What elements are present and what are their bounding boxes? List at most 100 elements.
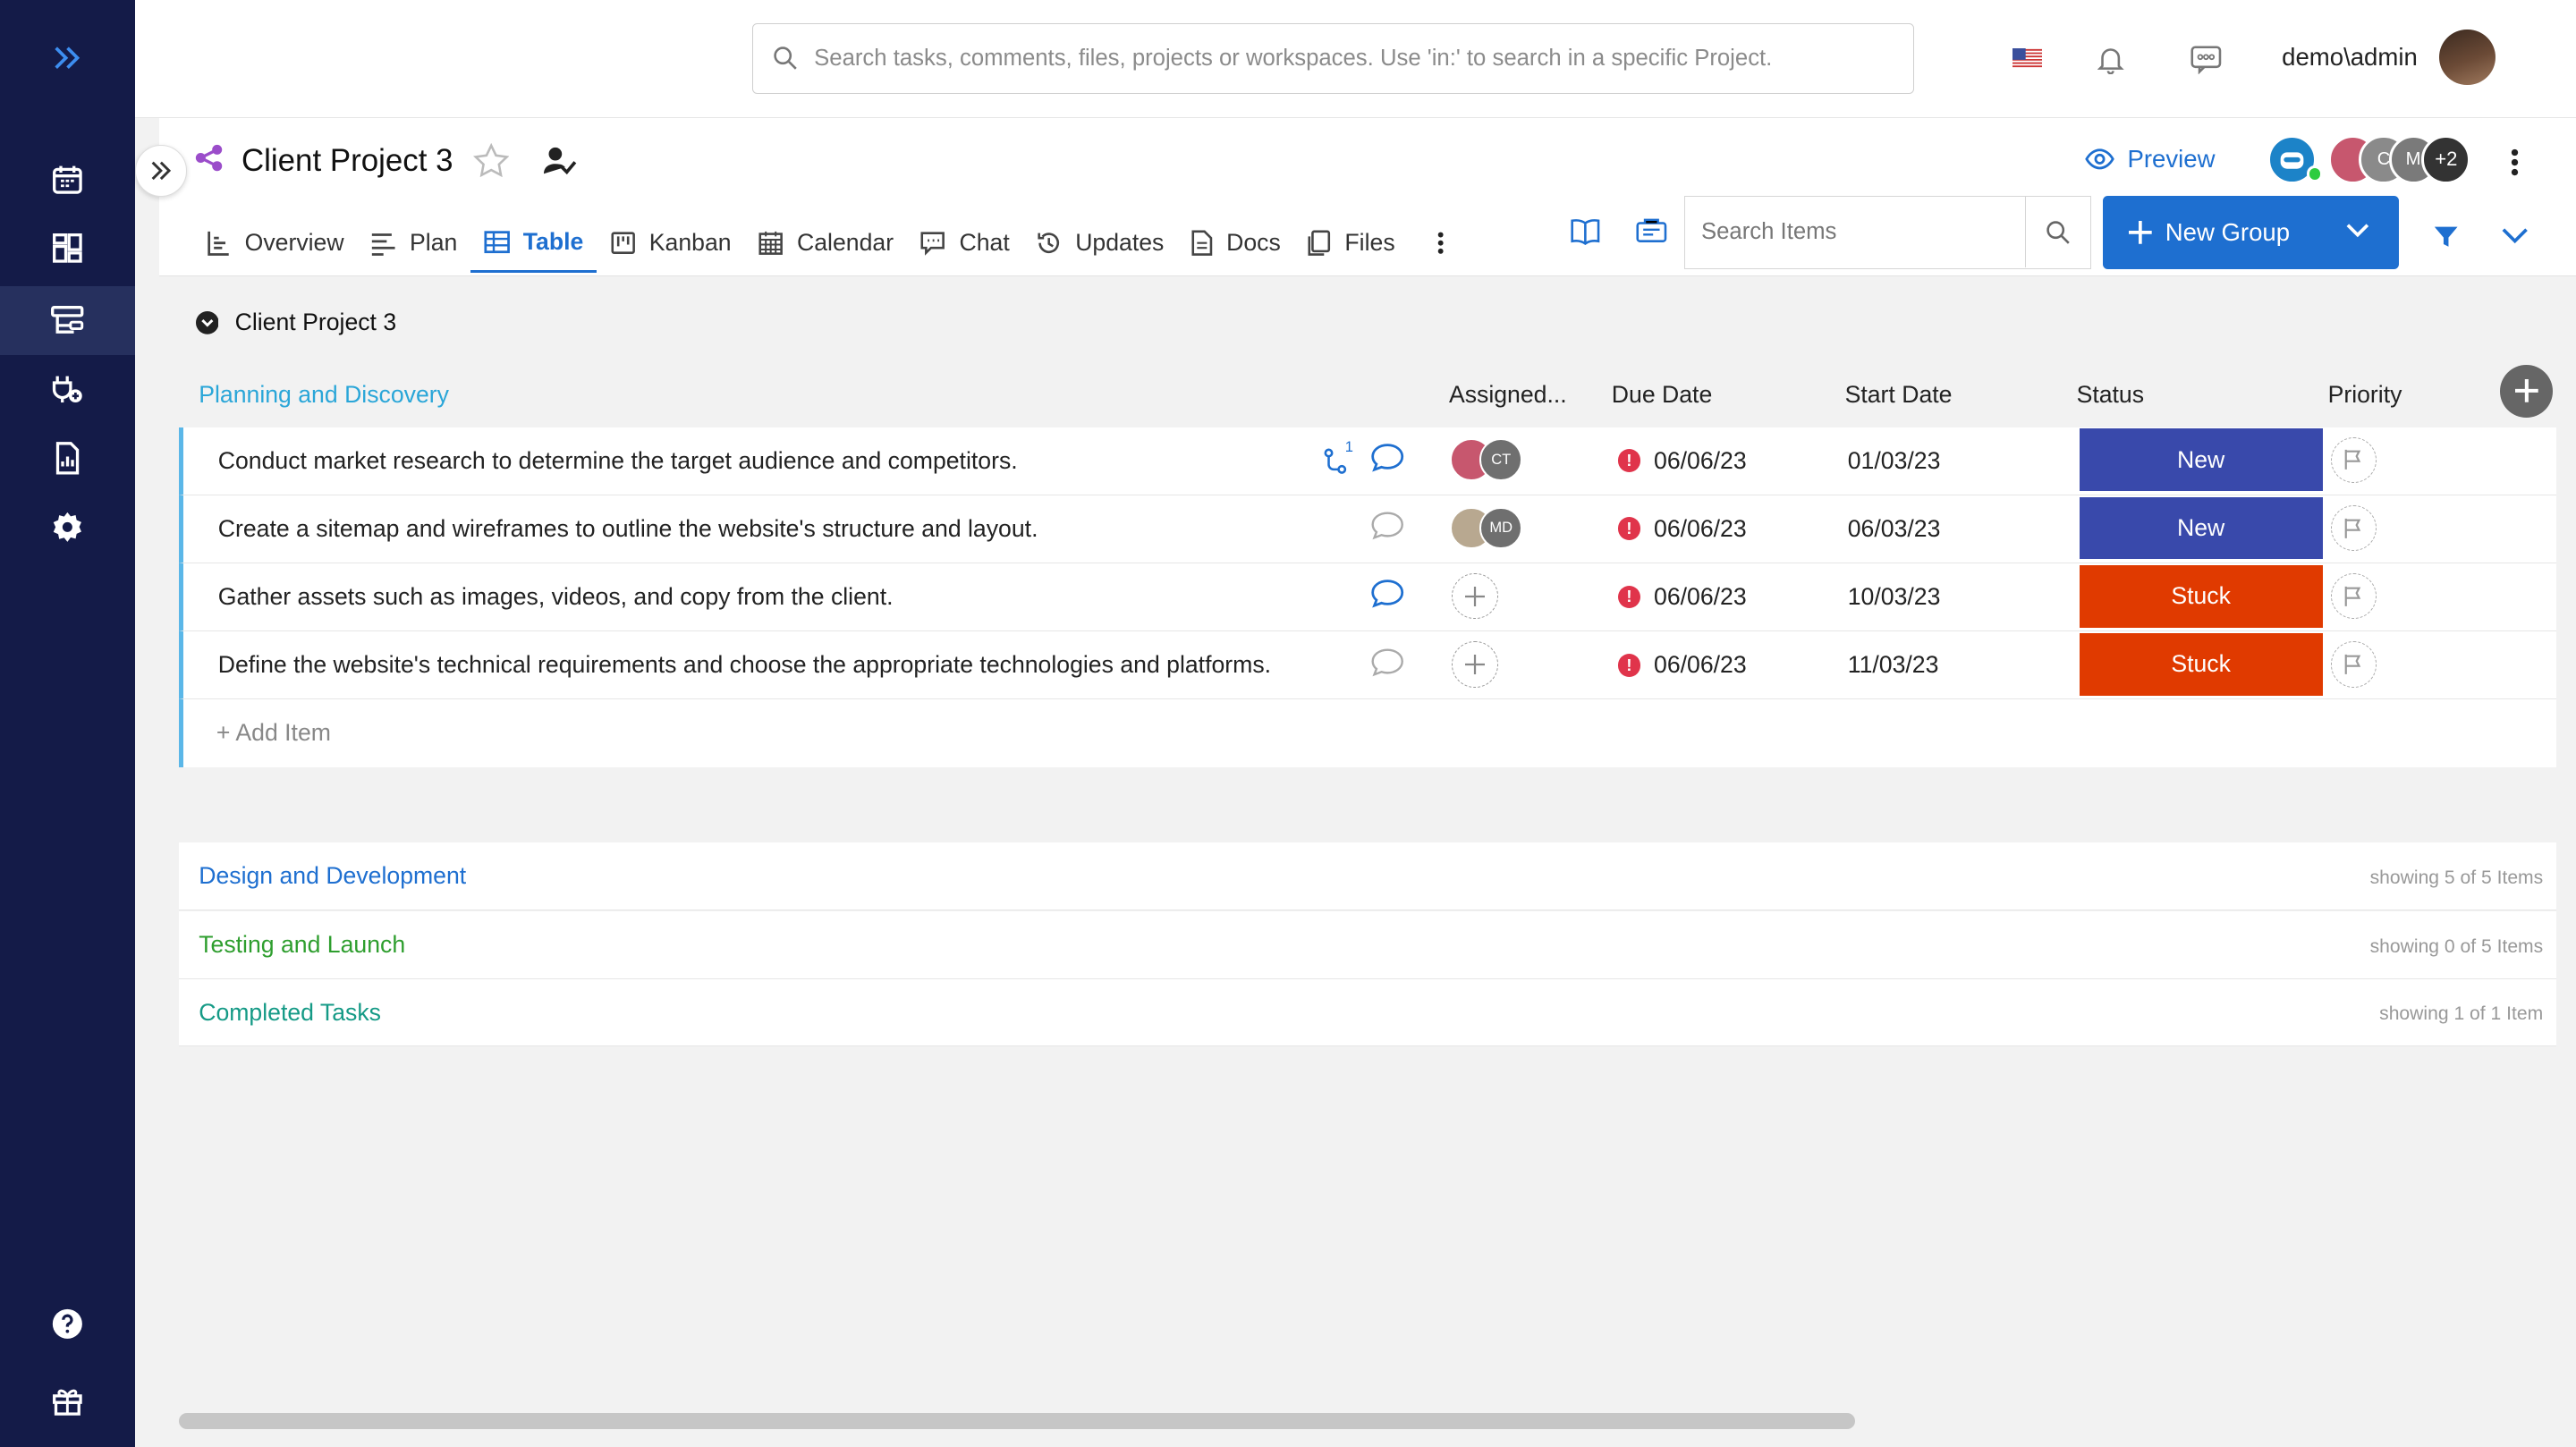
filter-icon[interactable] xyxy=(2433,224,2459,250)
group-name[interactable]: Planning and Discovery xyxy=(199,381,449,409)
status-badge[interactable]: Stuck xyxy=(2079,633,2323,696)
subtask-icon[interactable] xyxy=(1324,448,1347,475)
chevron-down-icon[interactable] xyxy=(2346,222,2369,238)
table-row[interactable]: Conduct market research to determine the… xyxy=(179,427,2556,495)
gift-icon[interactable] xyxy=(0,1367,135,1435)
search-items-box xyxy=(1683,195,2092,270)
task-title[interactable]: Create a sitemap and wireframes to outli… xyxy=(218,515,1038,543)
priority-flag-icon[interactable] xyxy=(2330,436,2377,483)
card-view-icon[interactable] xyxy=(1635,218,1668,244)
group-design-and-development[interactable]: Design and Development showing 5 of 5 It… xyxy=(179,842,2556,910)
table-row[interactable]: Define the website's technical requireme… xyxy=(179,631,2556,700)
more-members-badge[interactable]: +2 xyxy=(2421,134,2471,184)
column-start-date[interactable]: Start Date xyxy=(1845,381,1953,409)
status-badge[interactable]: Stuck xyxy=(2079,564,2323,628)
horizontal-scrollbar[interactable] xyxy=(179,1412,1855,1429)
settings-nav-icon[interactable] xyxy=(0,493,135,562)
expand-header-chevron-icon[interactable] xyxy=(2502,226,2529,244)
messages-icon[interactable] xyxy=(2187,39,2226,79)
project-tabs: Overview Plan Table Kanban Calendar Chat… xyxy=(192,214,1458,276)
group-testing-and-launch[interactable]: Testing and Launch showing 0 of 5 Items xyxy=(179,911,2556,979)
comment-icon[interactable] xyxy=(1369,442,1405,475)
help-icon[interactable] xyxy=(0,1290,135,1358)
book-icon[interactable] xyxy=(1569,218,1602,245)
us-flag-icon[interactable] xyxy=(2007,39,2046,79)
comment-icon[interactable] xyxy=(1369,647,1405,680)
global-search-box xyxy=(752,22,1914,94)
projects-nav-icon[interactable] xyxy=(0,285,135,355)
tab-plan[interactable]: Plan xyxy=(357,214,470,273)
assign-user-icon[interactable] xyxy=(543,146,577,175)
user-avatar[interactable] xyxy=(2439,30,2496,86)
group-name[interactable]: Design and Development xyxy=(199,862,466,890)
search-items-button[interactable] xyxy=(2024,197,2090,268)
add-assignee-button[interactable] xyxy=(1452,572,1498,620)
expand-rail-icon[interactable] xyxy=(0,23,135,92)
priority-flag-icon[interactable] xyxy=(2330,641,2377,688)
search-items-input[interactable] xyxy=(1684,217,2025,248)
project-title: Client Project 3 xyxy=(241,142,453,178)
board-content: Client Project 3 Planning and Discovery … xyxy=(159,276,2576,1447)
group-name[interactable]: Completed Tasks xyxy=(199,999,381,1027)
tabs-more-icon[interactable] xyxy=(1408,214,1457,273)
tab-kanban[interactable]: Kanban xyxy=(597,214,744,273)
board-title: Client Project 3 xyxy=(234,309,397,336)
task-title[interactable]: Conduct market research to determine the… xyxy=(218,447,1018,475)
tab-calendar[interactable]: Calendar xyxy=(744,214,907,273)
column-status[interactable]: Status xyxy=(2077,381,2144,409)
group-name[interactable]: Testing and Launch xyxy=(199,931,405,959)
share-icon[interactable] xyxy=(194,143,224,173)
column-priority[interactable]: Priority xyxy=(2328,381,2402,409)
online-indicator xyxy=(2306,165,2324,182)
status-badge[interactable]: New xyxy=(2079,428,2323,492)
column-assigned[interactable]: Assigned... xyxy=(1449,381,1567,409)
due-date-cell[interactable]: ! 06/06/23 xyxy=(1617,515,1747,543)
group-item-count: showing 1 of 1 Item xyxy=(2379,1003,2544,1025)
files-icon xyxy=(1307,230,1332,256)
global-search-input[interactable] xyxy=(810,43,1913,73)
start-date-cell[interactable]: 01/03/23 xyxy=(1848,447,1941,475)
eye-icon xyxy=(2085,148,2114,171)
table-row[interactable]: Gather assets such as images, videos, an… xyxy=(179,563,2556,632)
tab-updates[interactable]: Updates xyxy=(1022,214,1177,273)
column-due-date[interactable]: Due Date xyxy=(1612,381,1712,409)
integrations-nav-icon[interactable] xyxy=(0,355,135,424)
board-collapse-toggle[interactable]: Client Project 3 xyxy=(195,309,397,336)
tab-chat[interactable]: Chat xyxy=(907,214,1023,273)
comment-icon[interactable] xyxy=(1369,510,1405,543)
reports-nav-icon[interactable] xyxy=(0,424,135,493)
due-date-cell[interactable]: ! 06/06/23 xyxy=(1617,447,1747,475)
group-completed-tasks[interactable]: Completed Tasks showing 1 of 1 Item xyxy=(179,978,2556,1046)
username-label[interactable]: demo\admin xyxy=(2282,43,2418,72)
calendar-nav-icon[interactable] xyxy=(0,145,135,214)
task-title[interactable]: Define the website's technical requireme… xyxy=(218,651,1271,679)
comment-icon[interactable] xyxy=(1369,578,1405,611)
favorite-star-icon[interactable] xyxy=(472,142,510,178)
add-column-button[interactable] xyxy=(2500,364,2554,418)
new-group-button[interactable]: New Group xyxy=(2102,195,2399,270)
tab-docs[interactable]: Docs xyxy=(1177,214,1293,273)
start-date-cell[interactable]: 06/03/23 xyxy=(1848,515,1941,543)
due-date-cell[interactable]: ! 06/06/23 xyxy=(1617,583,1747,611)
task-title[interactable]: Gather assets such as images, videos, an… xyxy=(218,583,894,611)
assignee-avatar-md[interactable]: MD xyxy=(1479,506,1523,550)
notification-bell-icon[interactable] xyxy=(2091,39,2131,79)
tab-overview[interactable]: Overview xyxy=(192,214,357,273)
start-date-cell[interactable]: 11/03/23 xyxy=(1848,651,1939,679)
assignee-avatar-ct[interactable]: CT xyxy=(1479,438,1523,482)
due-date-cell[interactable]: ! 06/06/23 xyxy=(1617,651,1747,679)
tab-files[interactable]: Files xyxy=(1294,214,1409,273)
priority-flag-icon[interactable] xyxy=(2330,504,2377,552)
preview-button[interactable]: Preview xyxy=(2085,145,2215,173)
dashboard-nav-icon[interactable] xyxy=(0,214,135,283)
top-bar: demo\admin xyxy=(134,0,2576,119)
add-assignee-button[interactable] xyxy=(1452,641,1498,688)
status-badge[interactable]: New xyxy=(2079,496,2323,560)
more-options-icon[interactable] xyxy=(2510,148,2520,177)
table-row[interactable]: Create a sitemap and wireframes to outli… xyxy=(179,495,2556,563)
priority-flag-icon[interactable] xyxy=(2330,572,2377,620)
tab-table[interactable]: Table xyxy=(470,214,597,273)
start-date-cell[interactable]: 10/03/23 xyxy=(1848,583,1941,611)
project-header: Client Project 3 Preview C M +2 Overview… xyxy=(159,118,2576,276)
add-item-button[interactable]: + Add Item xyxy=(216,719,331,747)
